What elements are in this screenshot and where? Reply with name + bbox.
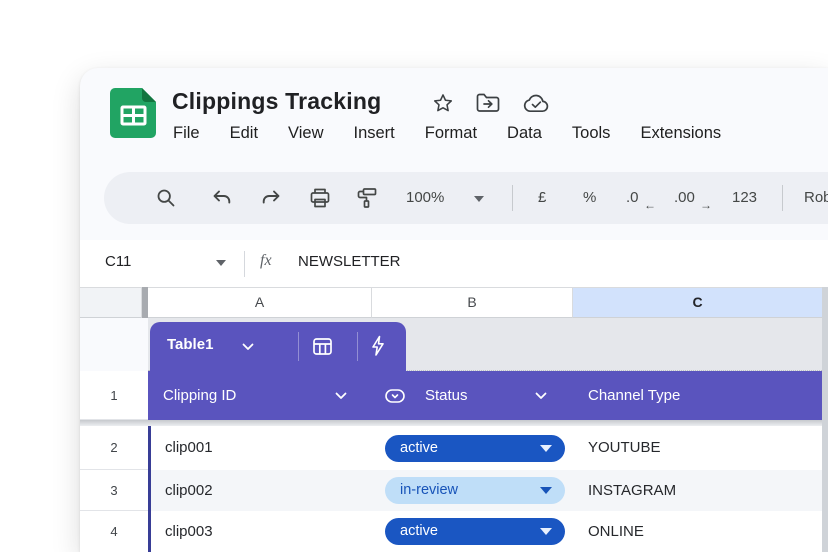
search-icon[interactable] — [156, 188, 176, 208]
undo-icon[interactable] — [212, 189, 232, 207]
column-header-c-selected[interactable]: C — [573, 287, 822, 318]
menu-extensions[interactable]: Extensions — [640, 124, 721, 143]
chip-caret-icon — [540, 445, 552, 452]
table-menu-chevron-icon[interactable] — [242, 343, 254, 351]
status-value: in-review — [400, 482, 458, 498]
cell-channel-type[interactable]: INSTAGRAM — [588, 482, 676, 499]
menu-file[interactable]: File — [173, 124, 200, 143]
table-header-row: Clipping ID Status Channel Type — [148, 371, 828, 420]
decrease-decimal-button[interactable]: .0 — [626, 172, 639, 224]
cell-clipping-id[interactable]: clip001 — [165, 439, 213, 456]
font-select[interactable]: Robo — [804, 172, 828, 224]
table-name-tab[interactable]: Table1 — [150, 322, 406, 371]
toolbar-divider — [512, 185, 513, 211]
tab-divider — [298, 332, 299, 361]
table-view-icon[interactable] — [313, 338, 332, 355]
status-chevron-icon[interactable] — [535, 392, 547, 400]
star-icon[interactable] — [432, 92, 454, 114]
increase-decimal-button[interactable]: .00 — [674, 172, 695, 224]
row-number-2[interactable]: 2 — [80, 426, 148, 470]
formula-divider — [244, 251, 245, 277]
header-channel-type[interactable]: Channel Type — [588, 371, 680, 420]
toolbar-divider — [782, 185, 783, 211]
header-status[interactable]: Status — [425, 371, 468, 420]
decrease-decimal-arrow-icon: ← — [644, 198, 656, 212]
chip-caret-icon — [540, 487, 552, 494]
paint-format-icon[interactable] — [357, 187, 377, 209]
toolbar: 100% £ % .0 ← .00 → 123 Robo — [104, 172, 828, 224]
cell-clipping-id[interactable]: clip002 — [165, 482, 213, 499]
lightning-bolt-icon[interactable] — [371, 335, 385, 357]
tab-divider — [357, 332, 358, 361]
increase-decimal-arrow-icon: → — [700, 198, 712, 212]
menu-data[interactable]: Data — [507, 124, 542, 143]
menu-format[interactable]: Format — [425, 124, 477, 143]
status-dropdown-chip[interactable]: in-review — [385, 477, 565, 504]
name-box-caret-icon[interactable] — [216, 260, 226, 266]
sheets-app-window: Clippings Tracking File Edit View Insert… — [80, 68, 828, 552]
scroll-edge-strip — [822, 287, 828, 552]
cell-channel-type[interactable]: YOUTUBE — [588, 439, 661, 456]
status-dropdown-chip[interactable]: active — [385, 518, 565, 545]
cell-channel-type[interactable]: ONLINE — [588, 523, 644, 540]
row-number-4[interactable]: 4 — [80, 511, 148, 552]
column-header-a[interactable]: A — [148, 287, 372, 318]
status-dropdown-chip[interactable]: active — [385, 435, 565, 462]
row-number-1[interactable]: 1 — [80, 371, 148, 420]
row-number-3[interactable]: 3 — [80, 470, 148, 511]
dropdown-type-icon — [385, 389, 405, 403]
print-icon[interactable] — [309, 187, 331, 209]
name-box[interactable]: C11 — [105, 253, 131, 270]
select-all-corner[interactable] — [80, 287, 142, 318]
clipping-id-chevron-icon[interactable] — [335, 392, 347, 400]
menu-view[interactable]: View — [288, 124, 323, 143]
status-value: active — [400, 523, 438, 539]
percent-format-button[interactable]: % — [583, 172, 596, 224]
screenshot-canvas: Clippings Tracking File Edit View Insert… — [0, 0, 828, 552]
menu-bar: File Edit View Insert Format Data Tools … — [173, 124, 721, 143]
chip-caret-icon — [540, 528, 552, 535]
fx-icon: fx — [260, 252, 272, 270]
menu-edit[interactable]: Edit — [230, 124, 258, 143]
cloud-saved-icon[interactable] — [523, 94, 550, 113]
zoom-select[interactable]: 100% — [406, 172, 444, 224]
formula-input[interactable]: NEWSLETTER — [298, 253, 401, 270]
number-format-button[interactable]: 123 — [732, 172, 757, 224]
table-row: clip001 active YOUTUBE — [151, 426, 822, 470]
menu-insert[interactable]: Insert — [354, 124, 395, 143]
sheets-logo-icon[interactable] — [110, 88, 156, 138]
cell-clipping-id[interactable]: clip003 — [165, 523, 213, 540]
header-clipping-id[interactable]: Clipping ID — [163, 371, 236, 420]
status-value: active — [400, 440, 438, 456]
column-header-b[interactable]: B — [372, 287, 573, 318]
currency-format-button[interactable]: £ — [538, 172, 546, 224]
menu-tools[interactable]: Tools — [572, 124, 611, 143]
move-folder-icon[interactable] — [476, 93, 500, 113]
zoom-caret-icon[interactable] — [474, 196, 484, 202]
document-title[interactable]: Clippings Tracking — [172, 88, 381, 115]
redo-icon[interactable] — [261, 189, 281, 207]
table-name[interactable]: Table1 — [167, 336, 213, 353]
table-row: clip003 active ONLINE — [151, 511, 822, 552]
table-row: clip002 in-review INSTAGRAM — [151, 470, 822, 511]
formula-bar: C11 fx NEWSLETTER — [80, 240, 828, 287]
column-header-row: A B C — [80, 287, 828, 318]
